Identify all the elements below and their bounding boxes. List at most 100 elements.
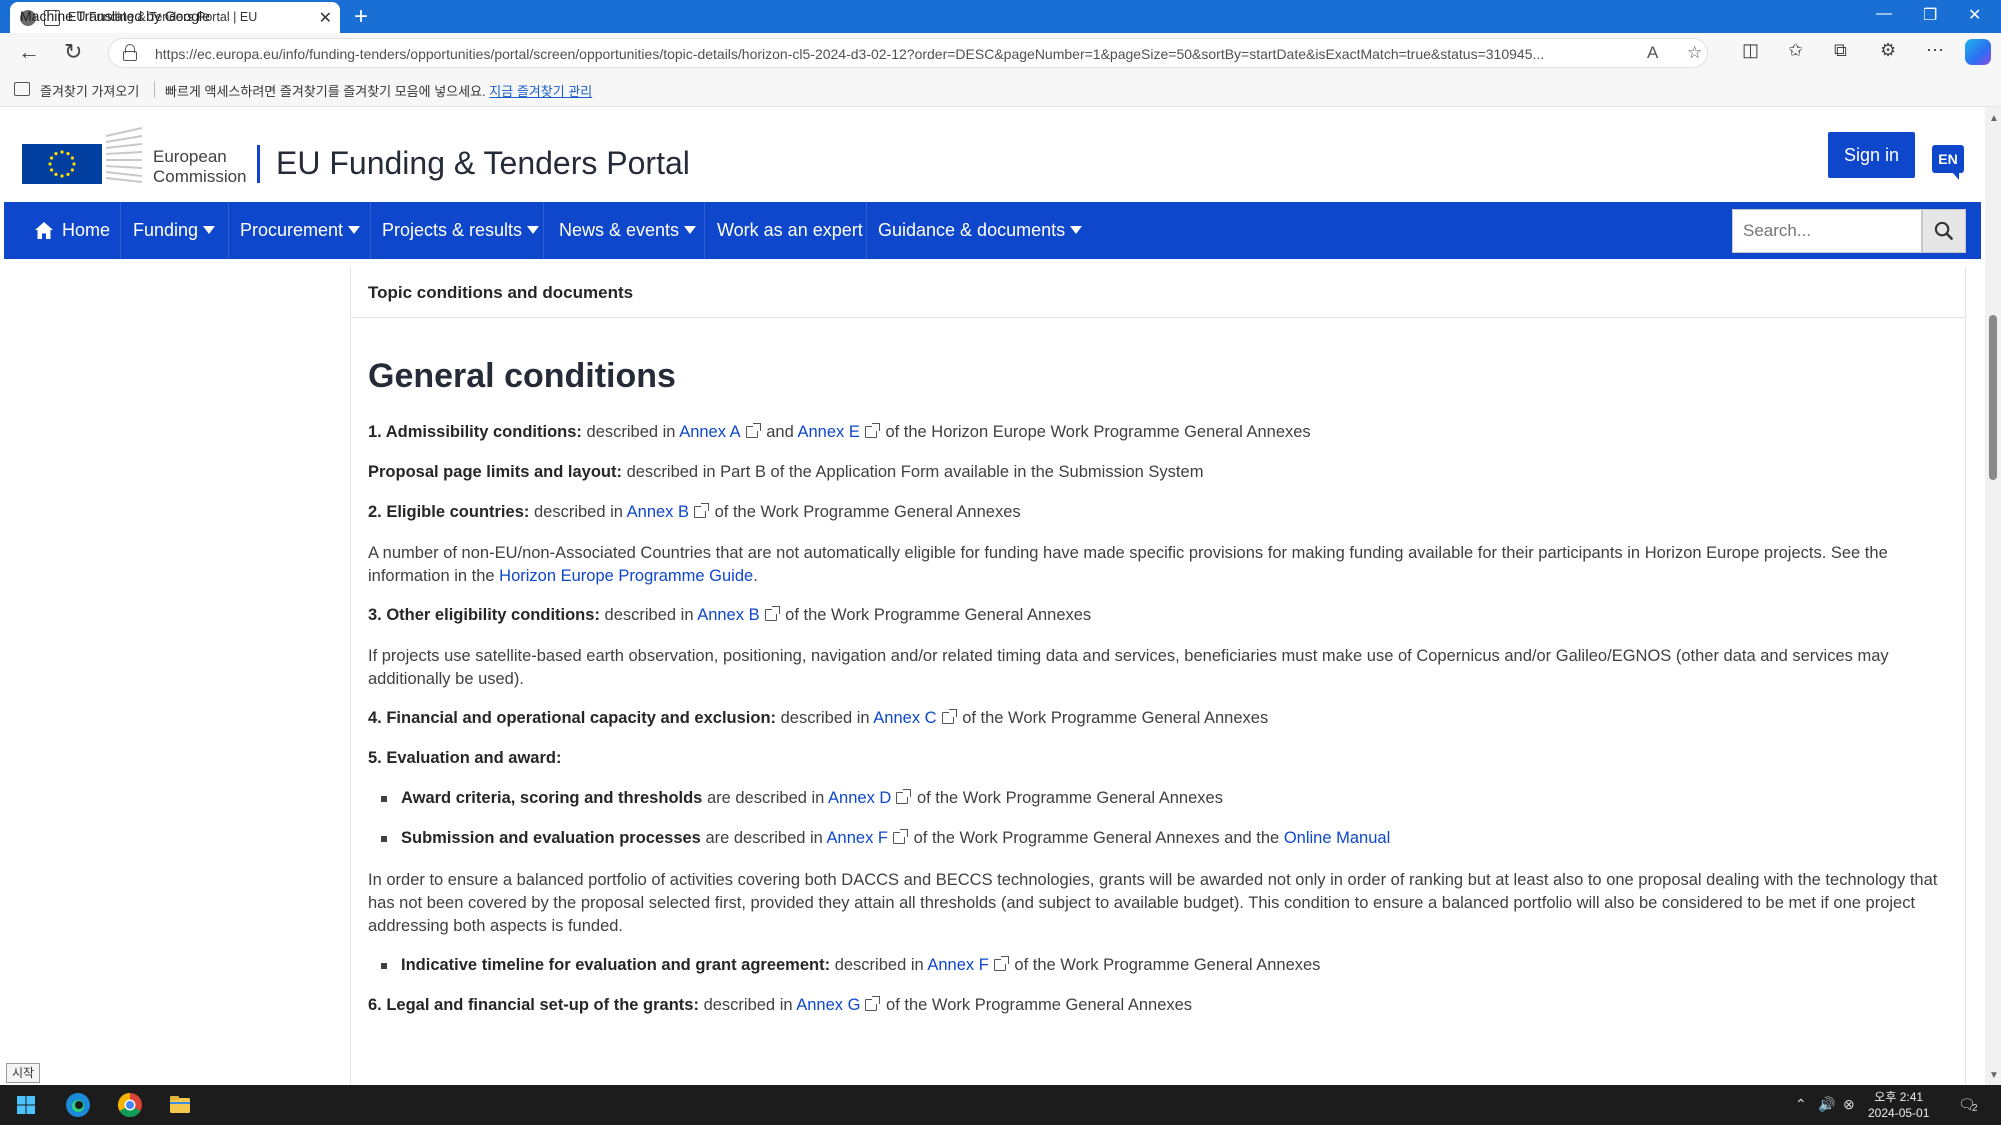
timeline-label: Indicative timeline for evaluation and g… — [401, 956, 831, 974]
minimize-icon[interactable]: — — [1876, 5, 1892, 23]
refresh-icon[interactable]: ↻ — [64, 39, 82, 65]
evaluation-label: 5. Evaluation and award: — [368, 749, 562, 767]
annex-f-link[interactable]: Annex F — [827, 829, 888, 847]
non-eu-paragraph: A number of non-EU/non-Associated Countr… — [368, 542, 1948, 588]
copilot-icon[interactable] — [1965, 39, 1991, 65]
external-link-icon — [896, 789, 912, 804]
scroll-up-icon[interactable]: ▲ — [1989, 113, 1999, 124]
general-conditions-heading: General conditions — [368, 357, 676, 395]
nav-guidance-documents[interactable]: Guidance & documents — [878, 202, 1083, 259]
award-criteria-item: Award criteria, scoring and thresholds a… — [401, 789, 1223, 808]
nav-funding-label: Funding — [133, 220, 199, 240]
favorites-hint: 빠르게 액세스하려면 즐겨찾기를 즐겨찾기 모음에 넣으세요. 지금 즐겨찾기 … — [165, 81, 592, 100]
annex-b-link[interactable]: Annex B — [627, 503, 689, 521]
chrome-browser-icon[interactable] — [116, 1091, 144, 1119]
annex-a-link[interactable]: Annex A — [679, 423, 740, 441]
submission-mid: of the Work Programme General Annexes an… — [913, 829, 1280, 847]
tab-title: EU Funding & Tenders Portal | EU — [68, 10, 258, 24]
scroll-down-icon[interactable]: ▼ — [1989, 1070, 1999, 1081]
page-limits: Proposal page limits and layout: describ… — [368, 463, 1203, 482]
other-eligibility-label: 3. Other eligibility conditions: — [368, 606, 600, 624]
external-link-icon — [893, 829, 908, 844]
favorite-star-icon[interactable]: ☆ — [1687, 43, 1702, 63]
nav-home[interactable]: Home — [62, 202, 110, 259]
submission-label: Submission and evaluation processes — [401, 829, 701, 847]
home-icon — [35, 222, 53, 239]
annex-g-link[interactable]: Annex G — [796, 996, 860, 1014]
external-link-icon — [764, 606, 780, 621]
eligible-countries-pre: described in — [533, 503, 623, 521]
balanced-portfolio-paragraph: In order to ensure a balanced portfolio … — [368, 871, 1938, 935]
portal-title[interactable]: EU Funding & Tenders Portal — [276, 145, 690, 182]
language-selector[interactable]: EN — [1932, 145, 1964, 180]
evaluation-award: 5. Evaluation and award: — [368, 749, 561, 768]
nav-separator — [228, 202, 229, 259]
search-input[interactable] — [1732, 209, 1922, 253]
caret-down-icon — [348, 226, 361, 234]
legal-setup: 6. Legal and financial set-up of the gra… — [368, 996, 1192, 1015]
eu-flag-icon — [22, 144, 102, 184]
lock-icon[interactable] — [123, 44, 137, 61]
satellite-paragraph: If projects use satellite-based earth ob… — [368, 647, 1889, 688]
windows-start-icon[interactable] — [12, 1091, 40, 1119]
network-icon[interactable]: ⊗ — [1843, 1096, 1855, 1113]
other-eligibility-post: of the Work Programme General Annexes — [785, 606, 1092, 624]
nav-work-as-expert[interactable]: Work as an expert — [717, 202, 863, 259]
nav-procurement-label: Procurement — [240, 220, 344, 240]
nav-news-events[interactable]: News & events — [559, 202, 697, 259]
restore-icon[interactable]: ❐ — [1923, 5, 1937, 25]
edge-browser-icon[interactable] — [64, 1091, 92, 1119]
bullet-marker — [381, 836, 387, 842]
tab-close-icon[interactable]: ✕ — [319, 8, 332, 28]
other-eligibility-pre: described in — [604, 606, 694, 624]
back-icon[interactable]: ← — [18, 39, 40, 65]
system-clock[interactable]: 오후 2:41 2024-05-01 — [1868, 1089, 1929, 1121]
programme-guide-link[interactable]: Horizon Europe Programme Guide — [499, 567, 753, 585]
extensions-icon[interactable]: ⚙ — [1880, 40, 1896, 61]
annex-e-link[interactable]: Annex E — [797, 423, 859, 441]
read-aloud-icon[interactable]: A — [1647, 43, 1658, 63]
admissibility-pre: described in — [586, 423, 676, 441]
annex-b-link-2[interactable]: Annex B — [697, 606, 759, 624]
eligible-countries-post: of the Work Programme General Annexes — [714, 503, 1021, 521]
browser-tab-active[interactable]: Machine Translated by Google EU Funding … — [10, 2, 340, 33]
favorites-icon[interactable]: ✩ — [1788, 40, 1803, 61]
admissibility-conditions: 1. Admissibility conditions: described i… — [368, 423, 1311, 442]
scroll-thumb[interactable] — [1989, 315, 1997, 480]
volume-icon[interactable]: 🔊 — [1818, 1096, 1835, 1113]
sign-in-button[interactable]: Sign in — [1828, 132, 1915, 178]
import-favorites-icon[interactable] — [14, 82, 30, 96]
collections-icon[interactable]: ⧉ — [1834, 40, 1847, 61]
manage-favorites-link[interactable]: 지금 즐겨찾기 관리 — [489, 84, 592, 99]
nav-guidance-label: Guidance & documents — [878, 220, 1066, 240]
start-tooltip: 시작 — [6, 1063, 41, 1083]
url-text[interactable]: https://ec.europa.eu/info/funding-tender… — [155, 46, 1635, 62]
annex-d-link[interactable]: Annex D — [828, 789, 891, 807]
new-tab-icon[interactable]: + — [354, 3, 368, 31]
ec-name-line1: European — [153, 147, 227, 166]
tray-overflow-icon[interactable]: ⌃ — [1795, 1096, 1807, 1113]
annex-c-link[interactable]: Annex C — [873, 709, 936, 727]
file-explorer-icon[interactable] — [166, 1091, 194, 1119]
search-button[interactable] — [1922, 209, 1966, 253]
nav-projects-results[interactable]: Projects & results — [382, 202, 540, 259]
more-menu-icon[interactable]: ⋯ — [1926, 40, 1944, 61]
online-manual-link[interactable]: Online Manual — [1284, 829, 1390, 847]
window-close-icon[interactable]: ✕ — [1968, 5, 1981, 25]
external-link-icon — [865, 996, 881, 1011]
address-bar[interactable]: https://ec.europa.eu/info/funding-tender… — [108, 38, 1708, 68]
favorites-hint-text: 빠르게 액세스하려면 즐겨찾기를 즐겨찾기 모음에 넣으세요. — [165, 84, 486, 99]
card-header: Topic conditions and documents — [351, 267, 1965, 318]
bullet-marker — [381, 796, 387, 802]
annex-f-link-2[interactable]: Annex F — [927, 956, 988, 974]
financial-pre: described in — [780, 709, 870, 727]
nav-funding[interactable]: Funding — [133, 202, 216, 259]
eligible-countries: 2. Eligible countries: described in Anne… — [368, 503, 1021, 522]
page-scrollbar[interactable]: ▲ ▼ — [1985, 107, 2001, 1085]
split-screen-icon[interactable]: ◫ — [1742, 40, 1759, 61]
submission-pre: are described in — [705, 829, 823, 847]
browser-titlebar: Machine Translated by Google EU Funding … — [0, 0, 2001, 33]
import-favorites-link[interactable]: 즐겨찾기 가져오기 — [40, 81, 139, 100]
page-limits-label: Proposal page limits and layout: — [368, 463, 622, 481]
nav-procurement[interactable]: Procurement — [240, 202, 361, 259]
